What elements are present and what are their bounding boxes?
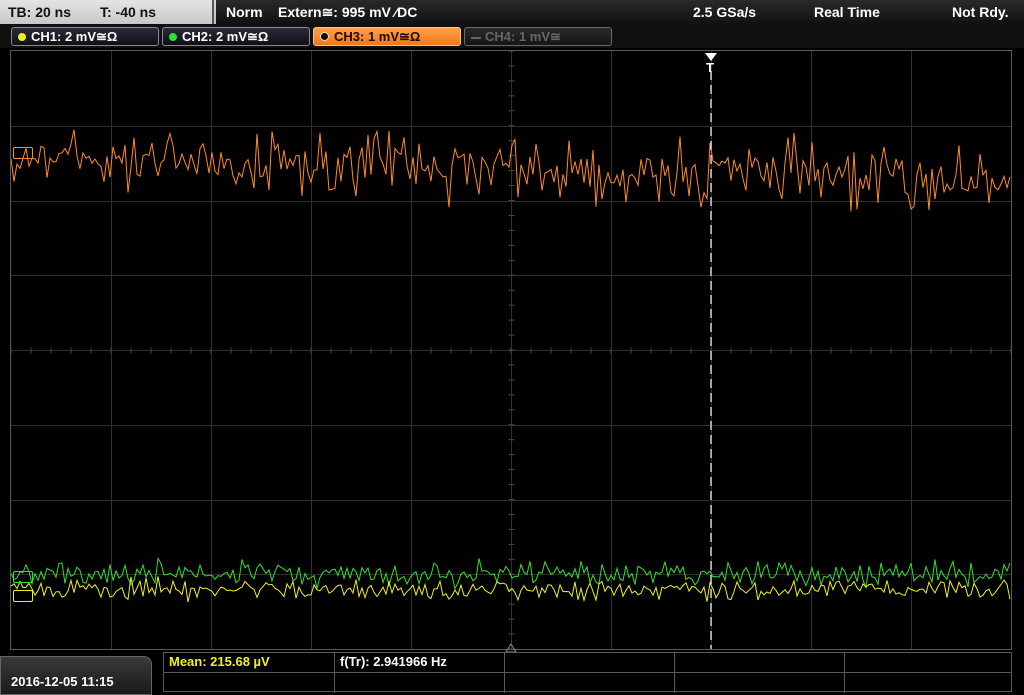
waveform-display[interactable] [10, 50, 1012, 650]
channel-2-waveform [11, 556, 1011, 591]
trigger-time-readout[interactable]: T: -40 ns [100, 0, 156, 24]
trigger-source[interactable]: Extern≅: 995 mV ⁄DC [278, 0, 417, 24]
channel-1-label: CH1: 2 mV≅Ω [31, 29, 118, 44]
trigger-mode[interactable]: Norm [226, 0, 263, 24]
channel-3-indicator-icon [320, 32, 329, 42]
frequency-measurement[interactable]: f(Tr): 2.941966 Hz [340, 654, 447, 669]
timebase-panel[interactable]: TB: 20 ns T: -40 ns [0, 0, 214, 24]
channel-1-indicator-icon [18, 32, 26, 41]
trigger-marker-label: T [706, 60, 714, 75]
channel-2-tab[interactable]: CH2: 2 mV≅Ω [162, 27, 310, 46]
graticule [11, 51, 1011, 649]
acquisition-state: Not Rdy. [952, 4, 1009, 20]
timebase-readout[interactable]: TB: 20 ns [8, 0, 71, 24]
horizontal-position-marker[interactable] [505, 640, 517, 653]
trigger-position-marker[interactable]: T [704, 52, 718, 78]
measurement-table [163, 652, 1012, 693]
channel-4-label: CH4: 1 mV≅ [485, 29, 561, 44]
channel-3-label: CH3: 1 mV≅Ω [334, 29, 421, 44]
acquisition-mode[interactable]: Real Time [814, 0, 880, 24]
trigger-status-panel: Norm Extern≅: 995 mV ⁄DC 2.5 GSa/s Real … [216, 0, 1024, 24]
channel-2-indicator-icon [169, 32, 177, 41]
channel-3-offset-marker[interactable] [13, 147, 33, 159]
channel-1-tab[interactable]: CH1: 2 mV≅Ω [11, 27, 159, 46]
sample-rate: 2.5 GSa/s [693, 4, 757, 20]
channel-2-offset-marker[interactable] [13, 571, 33, 583]
channel-4-tab[interactable]: CH4: 1 mV≅ [464, 27, 612, 46]
waveform-canvas[interactable] [11, 51, 1011, 649]
ground-up-triangle-icon [505, 643, 517, 653]
channel-2-label: CH2: 2 mV≅Ω [182, 29, 269, 44]
datetime-panel: 2016-12-05 11:15 [0, 656, 152, 695]
channel-4-off-icon [471, 36, 481, 39]
mean-measurement[interactable]: Mean: 215.68 µV [169, 654, 270, 669]
channel-1-offset-marker[interactable] [13, 590, 33, 602]
datetime-readout: 2016-12-05 11:15 [11, 674, 114, 689]
channel-3-tab[interactable]: CH3: 1 mV≅Ω [313, 27, 461, 46]
